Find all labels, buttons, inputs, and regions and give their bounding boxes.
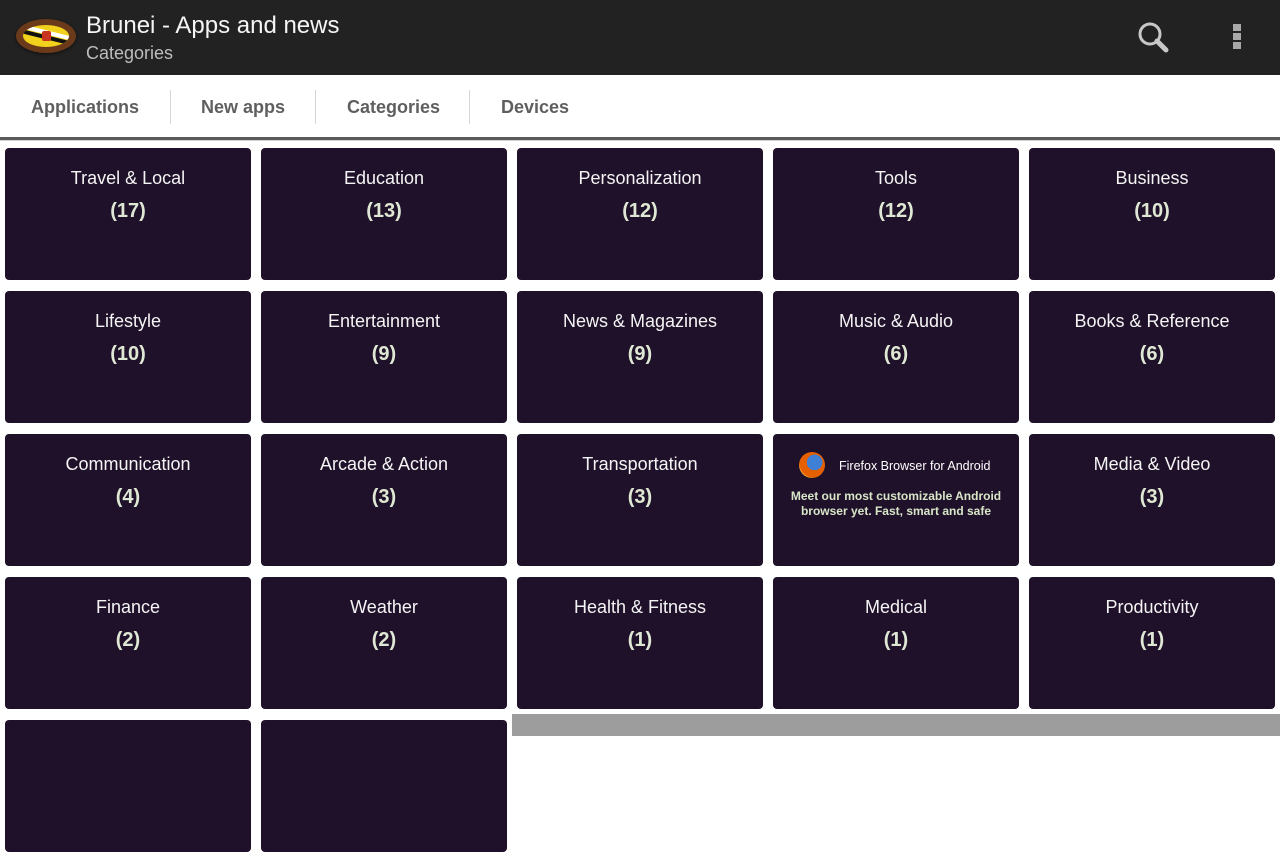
- category-count: (10): [1134, 200, 1170, 222]
- category-name: Productivity: [1105, 597, 1199, 617]
- category-count: (2): [115, 629, 141, 651]
- category-name: Entertainment: [327, 311, 441, 331]
- category-card[interactable]: Communication (4): [5, 434, 251, 566]
- category-name: Communication: [65, 454, 191, 474]
- ad-title: Firefox Browser for Android: [839, 459, 991, 473]
- brunei-flag-icon[interactable]: [16, 19, 76, 53]
- category-name: Medical: [864, 597, 928, 617]
- category-count: (9): [371, 343, 397, 365]
- category-card[interactable]: Medical (1): [773, 577, 1019, 709]
- category-count: (9): [627, 343, 653, 365]
- category-card[interactable]: Lifestyle (10): [5, 291, 251, 423]
- category-name: Finance: [95, 597, 161, 617]
- category-card[interactable]: Transportation (3): [517, 434, 763, 566]
- app-title: Brunei - Apps and news: [86, 12, 340, 39]
- tab-devices[interactable]: Devices: [501, 75, 569, 137]
- overflow-menu-icon: [1233, 24, 1241, 49]
- category-card[interactable]: Finance (2): [5, 577, 251, 709]
- tab-divider: [170, 90, 171, 124]
- category-count: (17): [110, 200, 146, 222]
- category-card[interactable]: Weather (2): [261, 577, 507, 709]
- category-count: (12): [878, 200, 914, 222]
- category-name: Media & Video: [1093, 454, 1211, 474]
- category-card[interactable]: Music & Audio (6): [773, 291, 1019, 423]
- category-count: (13): [366, 200, 402, 222]
- action-bar: Brunei - Apps and news Categories: [0, 0, 1280, 75]
- category-count: (1): [627, 629, 653, 651]
- category-card[interactable]: Education (13): [261, 148, 507, 280]
- category-card[interactable]: [261, 720, 507, 852]
- category-name: Travel & Local: [70, 168, 186, 188]
- category-card[interactable]: Business (10): [1029, 148, 1275, 280]
- tab-new-apps[interactable]: New apps: [201, 75, 285, 137]
- category-count: (1): [883, 629, 909, 651]
- tab-divider: [315, 90, 316, 124]
- category-count: (4): [115, 486, 141, 508]
- category-name: Education: [343, 168, 425, 188]
- tab-categories[interactable]: Categories: [347, 75, 440, 137]
- category-card[interactable]: Tools (12): [773, 148, 1019, 280]
- tab-applications[interactable]: Applications: [31, 75, 139, 137]
- category-card[interactable]: Media & Video (3): [1029, 434, 1275, 566]
- category-card[interactable]: News & Magazines (9): [517, 291, 763, 423]
- category-name: Tools: [874, 168, 918, 188]
- category-count: (3): [1139, 486, 1165, 508]
- category-count: (1): [1139, 629, 1165, 651]
- category-count: (2): [371, 629, 397, 651]
- screen-subtitle: Categories: [86, 43, 174, 63]
- category-name: Business: [1115, 168, 1189, 188]
- category-card[interactable]: Books & Reference (6): [1029, 291, 1275, 423]
- category-name: Health & Fitness: [573, 597, 707, 617]
- category-name: Music & Audio: [838, 311, 954, 331]
- category-card[interactable]: Arcade & Action (3): [261, 434, 507, 566]
- category-name: Weather: [350, 597, 418, 617]
- bottom-overlay-panel: [512, 714, 1280, 736]
- category-name: Books & Reference: [1074, 311, 1230, 331]
- category-card[interactable]: [5, 720, 251, 852]
- ad-card[interactable]: Firefox Browser for Android Meet our mos…: [773, 434, 1019, 566]
- category-name: Arcade & Action: [319, 454, 449, 474]
- category-name: News & Magazines: [562, 311, 718, 331]
- category-count: (10): [110, 343, 146, 365]
- search-icon: [1138, 22, 1169, 53]
- category-count: (12): [622, 200, 658, 222]
- category-card[interactable]: Entertainment (9): [261, 291, 507, 423]
- category-count: (6): [883, 343, 909, 365]
- category-count: (3): [371, 486, 397, 508]
- search-button[interactable]: [1133, 18, 1173, 58]
- category-card[interactable]: Travel & Local (17): [5, 148, 251, 280]
- ad-text: Meet our most customizable Android brows…: [790, 489, 1002, 518]
- overflow-menu-button[interactable]: [1218, 18, 1258, 58]
- category-name: Transportation: [582, 454, 698, 474]
- category-name: Personalization: [578, 168, 702, 188]
- category-card[interactable]: Productivity (1): [1029, 577, 1275, 709]
- category-card[interactable]: Health & Fitness (1): [517, 577, 763, 709]
- firefox-icon: [799, 452, 825, 478]
- tab-divider: [469, 90, 470, 124]
- category-count: (3): [627, 486, 653, 508]
- category-name: Lifestyle: [94, 311, 162, 331]
- category-card[interactable]: Personalization (12): [517, 148, 763, 280]
- tab-bar: Applications New apps Categories Devices: [0, 75, 1280, 140]
- category-count: (6): [1139, 343, 1165, 365]
